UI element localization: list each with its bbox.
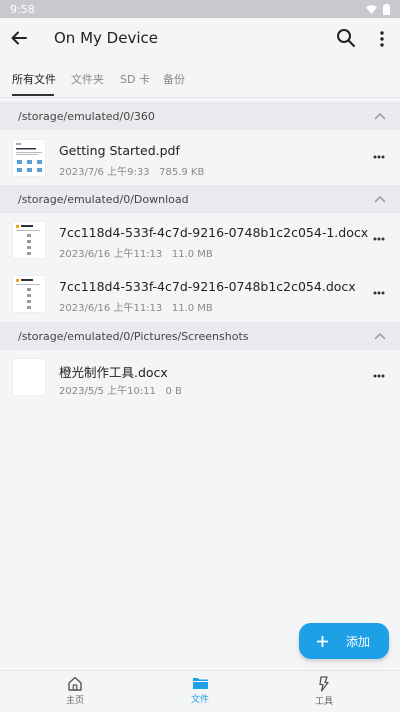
chevron-up-icon[interactable] <box>374 194 386 204</box>
group-header[interactable]: /storage/emulated/0/Pictures/Screenshots <box>0 322 400 350</box>
status-time: 9:58 <box>10 2 35 16</box>
file-meta: 2023/7/6 上午9:33 785.9 KB <box>59 163 204 178</box>
tab-bar: 所有文件 文件夹 SD 卡 备份 <box>0 62 400 98</box>
more-vertical-icon <box>380 31 384 47</box>
chevron-up-icon[interactable] <box>374 111 386 121</box>
group-header[interactable]: /storage/emulated/0/Download <box>0 185 400 213</box>
file-menu-button[interactable] <box>372 231 386 247</box>
file-meta: 2023/5/5 上午10:11 0 B <box>59 382 182 397</box>
more-horizontal-icon <box>373 291 385 295</box>
group-path: /storage/emulated/0/Pictures/Screenshots <box>18 329 249 343</box>
file-name: 7cc118d4-533f-4c7d-9216-0748b1c2c054-1.d… <box>59 225 369 240</box>
back-button[interactable] <box>8 27 30 49</box>
tab-all-files[interactable]: 所有文件 <box>12 71 56 87</box>
plus-icon <box>317 635 328 647</box>
wifi-icon <box>366 4 377 14</box>
file-menu-button[interactable] <box>372 368 386 384</box>
nav-home-label: 主页 <box>65 696 84 706</box>
tools-icon <box>319 676 329 692</box>
file-size: 11.0 MB <box>171 303 213 314</box>
file-date: 2023/5/5 上午10:11 <box>59 386 156 397</box>
more-horizontal-icon <box>373 237 385 241</box>
app-bar: On My Device <box>0 18 400 60</box>
docx-thumbnail <box>12 221 46 259</box>
more-options-button[interactable] <box>372 28 392 50</box>
more-horizontal-icon <box>373 155 385 159</box>
add-button-label: 添加 <box>346 634 371 649</box>
docx-thumbnail <box>12 275 46 313</box>
file-date: 2023/7/6 上午9:33 <box>59 167 150 178</box>
page-title: On My Device <box>54 29 158 47</box>
more-horizontal-icon <box>373 374 385 378</box>
arrow-back-icon <box>11 31 27 45</box>
tab-backup[interactable]: 备份 <box>163 71 185 87</box>
file-row[interactable]: 7cc118d4-533f-4c7d-9216-0748b1c2c054-1.d… <box>0 213 400 267</box>
file-row[interactable]: 橙光制作工具.docx 2023/5/5 上午10:11 0 B <box>0 350 400 404</box>
pdf-thumbnail <box>12 139 46 177</box>
chevron-up-icon[interactable] <box>374 331 386 341</box>
file-size: 0 B <box>165 386 182 397</box>
home-icon <box>68 676 82 691</box>
group-header[interactable]: /storage/emulated/0/360 <box>0 102 400 130</box>
file-name: 7cc118d4-533f-4c7d-9216-0748b1c2c054.doc… <box>59 279 356 294</box>
search-button[interactable] <box>336 28 358 50</box>
file-menu-button[interactable] <box>372 285 386 301</box>
group-path: /storage/emulated/0/360 <box>18 109 155 123</box>
file-menu-button[interactable] <box>372 149 386 165</box>
file-date: 2023/6/16 上午11:13 <box>59 249 163 260</box>
file-meta: 2023/6/16 上午11:13 11.0 MB <box>59 245 213 260</box>
tab-folders[interactable]: 文件夹 <box>71 71 104 87</box>
bottom-navigation: 主页 文件 工具 <box>0 670 400 712</box>
file-name: 橙光制作工具.docx <box>59 365 168 380</box>
nav-files-label: 文件 <box>190 695 209 705</box>
folder-icon <box>192 678 208 689</box>
file-row[interactable]: 7cc118d4-533f-4c7d-9216-0748b1c2c054.doc… <box>0 267 400 321</box>
nav-tools[interactable]: 工具 <box>294 676 354 707</box>
group-path: /storage/emulated/0/Download <box>18 192 189 206</box>
nav-files[interactable]: 文件 <box>170 676 230 705</box>
add-button[interactable]: 添加 <box>299 623 389 659</box>
search-icon <box>337 29 355 47</box>
file-name: Getting Started.pdf <box>59 143 180 158</box>
file-date: 2023/6/16 上午11:13 <box>59 303 163 314</box>
blank-thumbnail <box>12 358 46 396</box>
file-size: 785.9 KB <box>159 167 205 178</box>
status-bar: 9:58 <box>0 0 400 18</box>
tab-sd-card[interactable]: SD 卡 <box>120 71 150 87</box>
nav-tools-label: 工具 <box>314 697 333 707</box>
status-icons <box>366 3 390 15</box>
file-size: 11.0 MB <box>171 249 213 260</box>
battery-icon <box>383 3 390 15</box>
active-tab-indicator <box>12 94 54 96</box>
nav-home[interactable]: 主页 <box>45 676 105 706</box>
file-meta: 2023/6/16 上午11:13 11.0 MB <box>59 299 213 314</box>
file-row[interactable]: Getting Started.pdf 2023/7/6 上午9:33 785.… <box>0 131 400 185</box>
